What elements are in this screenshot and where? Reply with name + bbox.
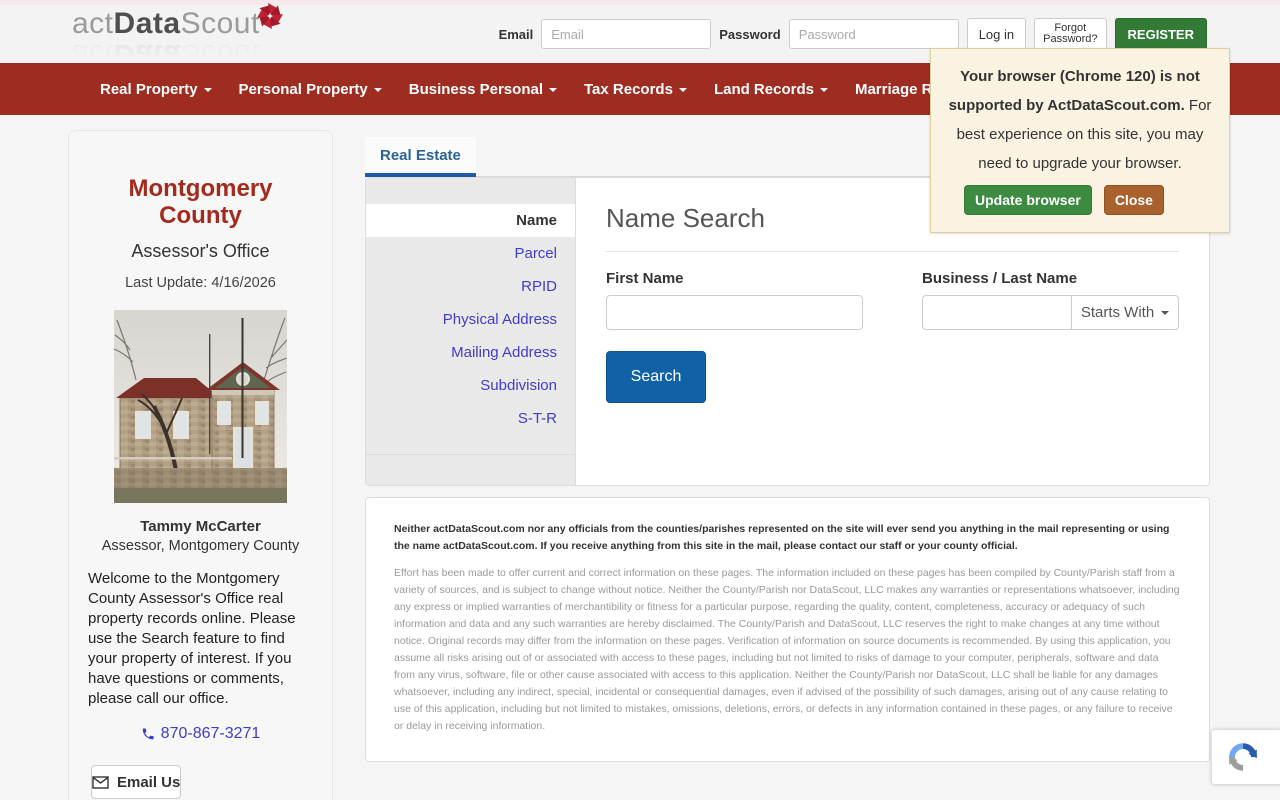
nav-personal-property[interactable]: Personal Property <box>239 81 382 98</box>
search-type-rpid[interactable]: RPID <box>366 270 575 303</box>
chevron-down-icon <box>549 87 557 92</box>
search-type-list: Name Parcel RPID Physical Address Mailin… <box>366 178 576 485</box>
nav-business-personal[interactable]: Business Personal <box>409 81 557 98</box>
email-us-button[interactable]: Email Us <box>91 765 182 799</box>
close-warning-button[interactable]: Close <box>1103 185 1164 215</box>
forgot-password-button[interactable]: Forgot Password? <box>1034 18 1107 50</box>
email-field[interactable] <box>541 19 712 49</box>
county-title: Montgomery County <box>128 175 273 229</box>
match-type-dropdown[interactable]: Starts With <box>1071 295 1179 330</box>
browser-warning-popup: Your browser (Chrome 120) is not support… <box>930 48 1230 233</box>
assessor-title: Assessor, Montgomery County <box>101 538 300 554</box>
divider <box>606 251 1179 252</box>
search-type-mailing-address[interactable]: Mailing Address <box>366 336 575 369</box>
register-button[interactable]: REGISTER <box>1114 18 1207 50</box>
search-type-physical-address[interactable]: Physical Address <box>366 303 575 336</box>
last-name-group: Business / Last Name Starts With <box>922 270 1179 330</box>
chevron-down-icon <box>678 87 687 92</box>
search-type-subdivision[interactable]: Subdivision <box>366 369 575 402</box>
recaptcha-badge[interactable] <box>1212 730 1280 784</box>
password-field[interactable] <box>788 19 959 49</box>
login-bar: Email Password Log in ForgotPassword? RE… <box>499 18 1207 50</box>
browser-warning-buttons: Update browser Close <box>947 185 1213 215</box>
phone-link[interactable]: 870-867-3271 <box>141 725 260 743</box>
chevron-down-icon <box>819 87 828 92</box>
chevron-down-icon <box>1161 310 1170 315</box>
search-type-str[interactable]: S-T-R <box>366 402 575 435</box>
first-name-group: First Name <box>606 270 863 330</box>
disclaimer-warning: Neither actDataScout.com nor any officia… <box>394 523 1170 552</box>
password-label: Password <box>719 26 781 42</box>
divider <box>366 454 575 455</box>
courthouse-photo <box>114 310 287 503</box>
search-type-parcel[interactable]: Parcel <box>366 237 575 270</box>
assessor-name: Tammy McCarter <box>140 518 261 535</box>
site-logo[interactable]: actDataScout actDataScout <box>72 3 283 71</box>
update-browser-button[interactable]: Update browser <box>964 185 1092 215</box>
nav-tax-records[interactable]: Tax Records <box>584 81 687 98</box>
phone-icon <box>142 728 154 740</box>
logo-text: actDataScout <box>72 7 260 40</box>
disclaimer-panel: Neither actDataScout.com nor any officia… <box>365 497 1210 762</box>
welcome-text: Welcome to the Montgomery County Assesso… <box>88 570 296 707</box>
recaptcha-icon <box>1229 743 1257 771</box>
chevron-down-icon <box>203 87 212 92</box>
login-button[interactable]: Log in <box>966 18 1027 50</box>
tab-real-estate[interactable]: Real Estate <box>365 137 476 177</box>
disclaimer-legal: Effort has been made to offer current an… <box>394 567 1180 732</box>
envelope-icon <box>92 775 109 789</box>
last-name-label: Business / Last Name <box>922 270 1078 287</box>
last-name-input[interactable] <box>922 295 1071 330</box>
search-button[interactable]: Search <box>606 351 706 403</box>
first-name-input[interactable] <box>606 295 863 330</box>
county-sidebar: Montgomery County Assessor's Office Last… <box>68 130 333 800</box>
first-name-label: First Name <box>606 270 684 287</box>
chevron-down-icon <box>373 87 382 92</box>
nav-real-property[interactable]: Real Property <box>100 81 212 98</box>
search-type-name[interactable]: Name <box>366 204 575 237</box>
office-subtitle: Assessor's Office <box>131 241 270 261</box>
last-update: Last Update: 4/16/2026 <box>125 275 276 291</box>
email-label: Email <box>498 26 534 42</box>
pinwheel-logo-icon <box>256 3 283 29</box>
browser-warning-text: Your browser (Chrome 120) is not support… <box>948 68 1212 172</box>
nav-land-records[interactable]: Land Records <box>714 81 828 98</box>
